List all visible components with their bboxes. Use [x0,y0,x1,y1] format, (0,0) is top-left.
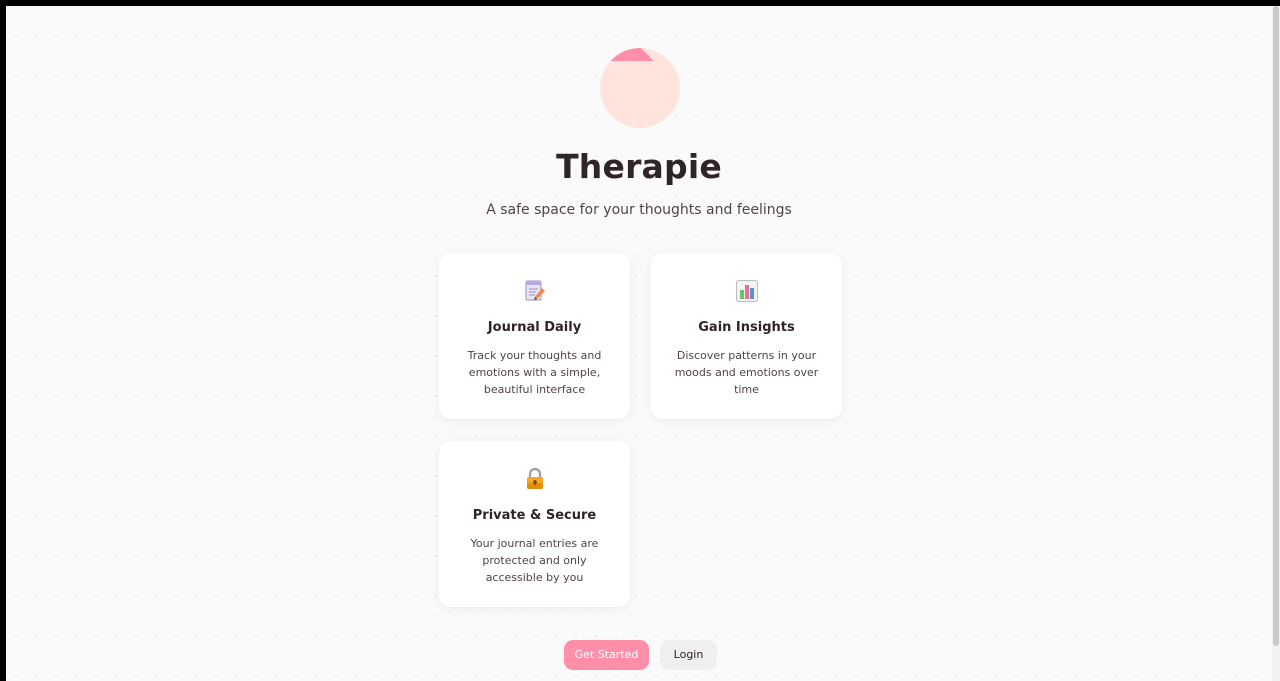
get-started-button[interactable]: Get Started [564,640,649,670]
vertical-scrollbar[interactable] [1272,6,1280,681]
feature-description: Your journal entries are protected and o… [470,537,599,584]
bar-chart-icon [651,279,842,303]
feature-title: Gain Insights [698,320,795,335]
feature-card-insights: Gain Insights Discover patterns in your … [651,253,842,419]
feature-card-privacy: Private & Secure Your journal entries ar… [439,441,630,607]
app-logo [600,48,680,128]
landing-page: Therapie A safe space for your thoughts … [6,6,1272,681]
feature-title: Journal Daily [487,320,582,335]
notepad-icon [439,279,630,303]
feature-description: Track your thoughts and emotions with a … [467,349,602,396]
login-button[interactable]: Login [660,640,717,670]
page-tagline: A safe space for your thoughts and feeli… [486,202,792,218]
scrollbar-thumb[interactable] [1273,6,1279,646]
feature-card-journal: Journal Daily Track your thoughts and em… [439,253,630,419]
page-title: Therapie [556,147,722,186]
feature-description: Discover patterns in your moods and emot… [674,349,819,396]
lock-icon [439,467,630,491]
feature-title: Private & Secure [472,508,597,523]
